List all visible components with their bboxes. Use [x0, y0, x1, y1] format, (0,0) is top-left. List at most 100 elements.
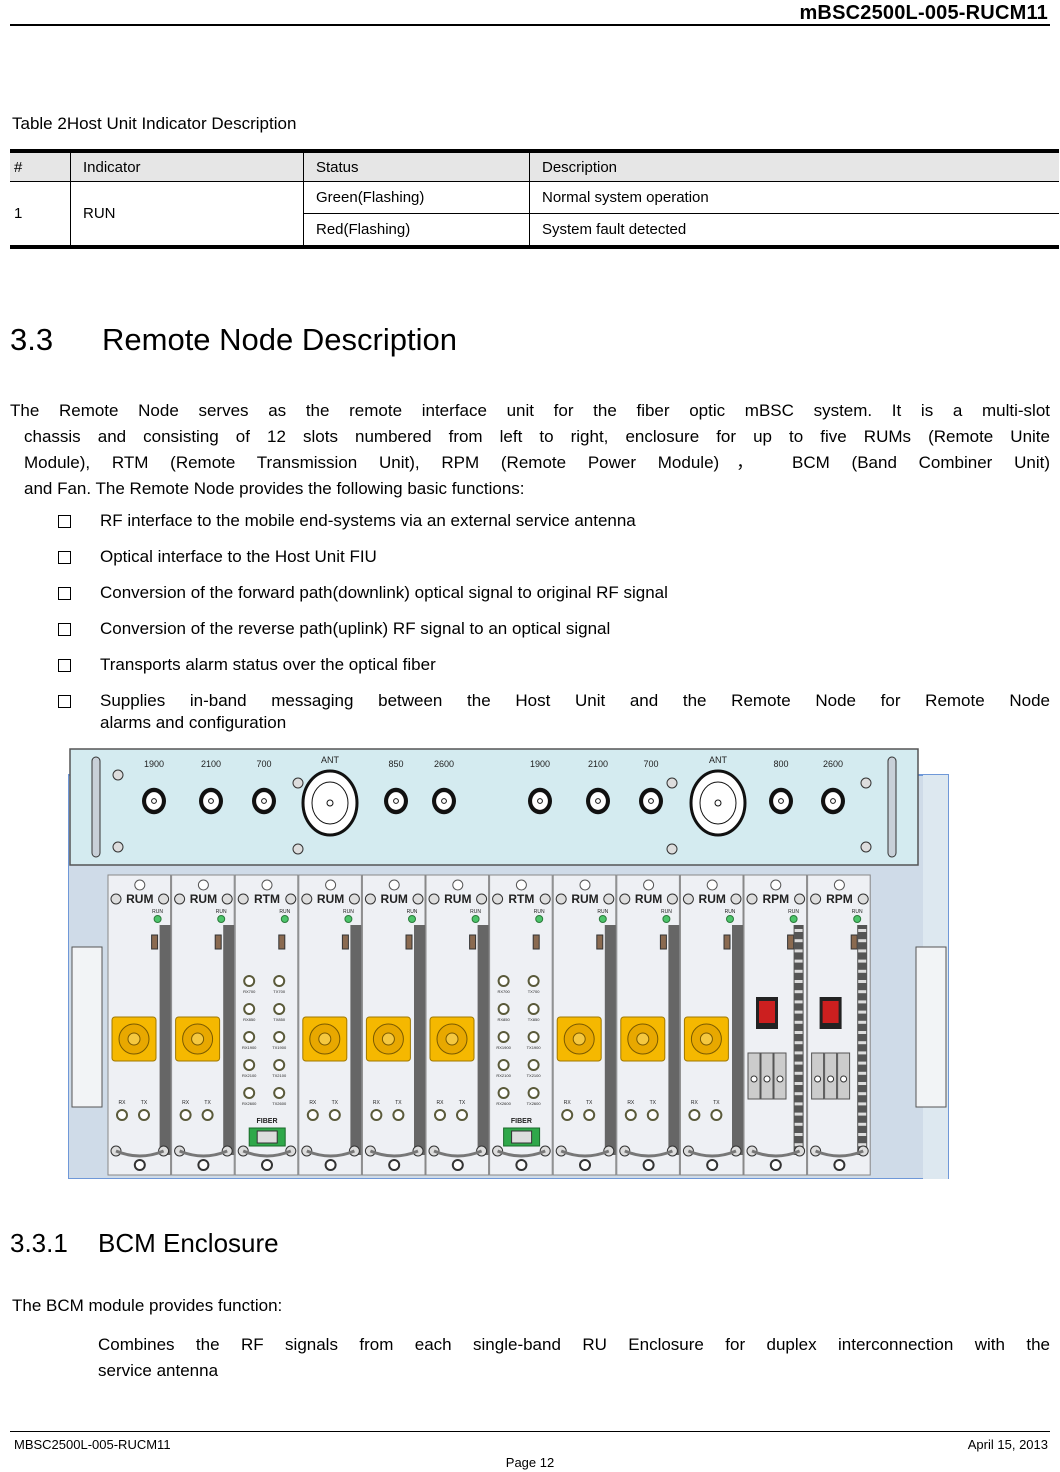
rx-port-icon [370, 1109, 383, 1121]
screw-icon [860, 841, 872, 853]
port-label-2600: 2600 [823, 759, 843, 769]
tx-port-icon [710, 1109, 723, 1121]
paragraph-line: chassis and consisting of 12 slots numbe… [24, 427, 1050, 446]
top-connector-icon [770, 879, 782, 891]
run-led-icon [535, 915, 544, 923]
rtm-rx-label: RX700 [243, 989, 256, 994]
usb-port-icon [850, 934, 858, 950]
top-connector-icon [325, 879, 337, 891]
screw-icon [221, 893, 233, 905]
rtm-port-icon [497, 1059, 510, 1071]
module-label: RPM [762, 892, 789, 906]
cell-description: Normal system operation [529, 181, 1059, 214]
rtm-tx-label: TX2100 [527, 1073, 542, 1078]
paragraph-line: and Fan. The Remote Node provides the fo… [24, 479, 525, 498]
run-led-icon [853, 915, 862, 923]
rail [159, 925, 171, 1155]
cell-status: Red(Flashing) [303, 213, 530, 249]
usb-port-icon [151, 934, 159, 950]
screw-icon [476, 893, 488, 905]
run-label: RUN [788, 909, 799, 915]
usb-port-icon [532, 934, 540, 950]
port-label-ant: ANT [321, 755, 340, 765]
list-item-text: Conversion of the reverse path(uplink) R… [100, 619, 611, 638]
module-rum: RUM RUN RX TX [552, 874, 617, 1176]
rtm-tx-label: TX700 [273, 989, 286, 994]
fan-vent [857, 925, 868, 1155]
rtm-rx-label: RX2600 [242, 1101, 257, 1106]
rx-label: RX [309, 1100, 317, 1106]
port-label-2100: 2100 [201, 759, 221, 769]
subsection-body-line: Combines the RF signals from each single… [98, 1335, 1050, 1354]
screw-icon [110, 893, 122, 905]
rail [732, 925, 743, 1155]
panel-handle-left [91, 756, 101, 858]
top-connector-icon [261, 879, 273, 891]
rtm-port-icon [243, 1059, 256, 1071]
rx-port-icon [688, 1109, 701, 1121]
rx-label: RX [119, 1100, 127, 1106]
usb-port-icon [214, 934, 222, 950]
usb-port-icon [341, 934, 349, 950]
rtm-tx-label: TX850 [273, 1017, 286, 1022]
list-item-text: Supplies in-band messaging between the H… [100, 691, 1050, 710]
rtm-port-icon [527, 1087, 540, 1099]
bottom-connector-icon [133, 1159, 146, 1171]
rx-label: RX [627, 1100, 635, 1106]
page-number: Page 12 [505, 1455, 555, 1470]
document-id: mBSC2500L-005-RUCM11 [799, 2, 1048, 24]
rtm-port-icon [497, 1087, 510, 1099]
rail [414, 925, 425, 1155]
usb-port-icon [469, 934, 477, 950]
checkbox-bullet-icon [58, 659, 71, 672]
screw-icon [810, 893, 822, 905]
rtm-port-icon [273, 1087, 286, 1099]
rtm-port-icon [527, 1003, 540, 1015]
run-led-icon [217, 915, 226, 923]
rtm-rx-label: RX850 [243, 1017, 256, 1022]
port-label-ant: ANT [709, 755, 728, 765]
module-rum: RUM RUN RX TX [298, 874, 362, 1176]
screw-icon [348, 893, 360, 905]
rx-label: RX [437, 1100, 445, 1106]
section-title: Remote Node Description [102, 322, 457, 357]
rx-label: RX [182, 1100, 190, 1106]
tx-label: TX [650, 1100, 657, 1106]
top-connector-icon [833, 879, 845, 891]
usb-port-icon [405, 934, 413, 950]
list-item: Conversion of the forward path(downlink)… [58, 582, 1050, 618]
rtm-port-icon [243, 1003, 256, 1015]
screw-icon [292, 777, 304, 789]
run-led-icon [471, 915, 480, 923]
tx-label: TX [395, 1100, 402, 1106]
rail [604, 925, 616, 1155]
screw-icon [412, 893, 424, 905]
table-header-row: # Indicator Status Description [10, 149, 1059, 182]
function-list: RF interface to the mobile end-systems v… [58, 510, 1050, 734]
col-header-status: Status [303, 149, 530, 182]
rtm-port-icon [527, 1031, 540, 1043]
usb-port-icon [596, 934, 604, 950]
bottom-connector-icon [261, 1159, 273, 1171]
rx-port-icon [434, 1109, 446, 1121]
module-rum: RUM RUN RX TX [616, 874, 680, 1176]
subsection-intro: The BCM module provides function: [12, 1296, 283, 1315]
section-paragraph: The Remote Node serves as the remote int… [10, 398, 1050, 502]
checkbox-bullet-icon [58, 695, 71, 708]
tx-label: TX [332, 1100, 339, 1106]
screw-icon [237, 893, 249, 905]
module-label: RUM [381, 892, 408, 906]
rx-port-icon [116, 1109, 128, 1121]
bottom-connector-icon [769, 1159, 782, 1171]
col-header-description: Description [529, 149, 1059, 182]
module-label: RUM [190, 892, 217, 906]
screw-icon [539, 893, 551, 905]
module-label: RUM [317, 892, 344, 906]
rtm-tx-label: TX1900 [527, 1045, 542, 1050]
port-label-700: 700 [256, 759, 271, 769]
panel-handle-right [887, 756, 897, 858]
list-item: Optical interface to the Host Unit FIU [58, 546, 1050, 582]
subsection-title: BCM Enclosure [98, 1228, 279, 1258]
rtm-tx-label: TX1900 [272, 1045, 287, 1050]
usb-port-icon [787, 934, 795, 950]
